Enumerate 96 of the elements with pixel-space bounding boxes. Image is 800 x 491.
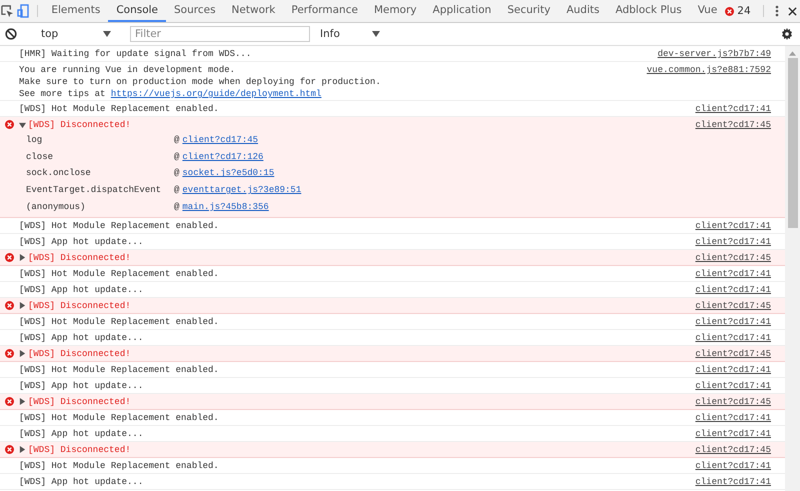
console-message: Make sure to turn on production mode when deploying for production. [19, 76, 381, 88]
console-message: [WDS] App hot update... [19, 428, 144, 440]
devtools-tab[interactable]: Adblock Plus [607, 0, 690, 22]
close-icon[interactable] [788, 6, 797, 16]
source-link[interactable]: client?cd17:41 [695, 234, 771, 249]
source-link[interactable]: client?cd17:41 [695, 378, 771, 393]
console-message: [HMR] Waiting for update signal from WDS... [19, 48, 252, 60]
console-message: [WDS] Disconnected! [28, 300, 131, 312]
source-link[interactable]: client?cd17:45 [695, 250, 771, 265]
more-icon[interactable] [775, 5, 780, 17]
at-sign: @ [174, 150, 180, 163]
level-select[interactable]: Info [314, 28, 386, 40]
source-link[interactable]: client?cd17:45 [695, 298, 771, 313]
devtools-tab[interactable]: Network [224, 0, 284, 22]
caret-icon [372, 31, 380, 37]
devtools-tab[interactable]: Vue [690, 0, 726, 22]
clear-icon[interactable] [5, 28, 17, 40]
source-link[interactable]: dev-server.js?b7b7:49 [658, 46, 771, 61]
stack-location-link[interactable]: main.js?45b8:356 [182, 200, 269, 213]
console-message: [WDS] Disconnected! [28, 252, 131, 264]
devtools-tab[interactable]: Audits [558, 0, 608, 22]
expand-triangle-icon[interactable] [19, 398, 26, 406]
scrollbar-thumb[interactable] [788, 58, 798, 228]
at-sign: @ [174, 200, 180, 213]
expand-triangle-icon[interactable] [19, 122, 26, 128]
error-icon [5, 348, 14, 358]
stack-function: log [26, 134, 44, 146]
expand-triangle-icon[interactable] [19, 254, 26, 262]
stack-location-link[interactable]: eventtarget.js?3e89:51 [182, 184, 302, 196]
source-link[interactable]: client?cd17:41 [695, 410, 771, 425]
stack-function: (anonymous) [26, 200, 86, 213]
at-sign: @ [174, 134, 180, 146]
console-message: [WDS] App hot update... [19, 332, 144, 344]
error-icon [5, 300, 14, 310]
console-message: [WDS] App hot update... [19, 476, 144, 488]
device-icon[interactable] [16, 4, 29, 18]
stack-function: EventTarget.dispatchEvent [26, 184, 162, 196]
console-message: [WDS] Hot Module Replacement enabled. [19, 412, 219, 424]
console-message: [WDS] App hot update... [19, 380, 144, 392]
expand-triangle-icon[interactable] [19, 302, 26, 310]
at-sign: @ [174, 184, 180, 196]
context-select[interactable]: top [35, 28, 117, 40]
devtools-tab[interactable]: Application [424, 0, 500, 22]
stack-location-link[interactable]: client?cd17:45 [182, 134, 258, 146]
error-icon [5, 252, 14, 262]
source-link[interactable]: client?cd17:45 [695, 117, 771, 132]
source-link[interactable]: client?cd17:41 [695, 426, 771, 441]
stack-function: close [26, 150, 54, 163]
devtools-tab[interactable]: Sources [166, 0, 224, 22]
error-icon [725, 6, 734, 16]
source-link[interactable]: client?cd17:41 [695, 314, 771, 329]
source-link[interactable]: client?cd17:45 [695, 394, 771, 409]
console-message: [WDS] Disconnected! [28, 396, 131, 408]
console-message: [WDS] Hot Module Replacement enabled. [19, 268, 219, 280]
console-message: [WDS] Disconnected! [28, 444, 131, 456]
source-link[interactable]: client?cd17:45 [695, 346, 771, 361]
source-link[interactable]: client?cd17:41 [695, 218, 771, 233]
docs-link[interactable]: https://vuejs.org/guide/deployment.html [110, 88, 322, 100]
console-message: [WDS] Hot Module Replacement enabled. [19, 364, 219, 376]
error-icon [5, 396, 14, 406]
devtools-tab[interactable]: Performance [283, 0, 366, 22]
source-link[interactable]: vue.common.js?e881:7592 [646, 62, 771, 77]
console-message: [WDS] Hot Module Replacement enabled. [19, 460, 219, 472]
source-link[interactable]: client?cd17:41 [695, 458, 771, 473]
console-message: [WDS] Hot Module Replacement enabled. [19, 220, 219, 232]
error-count[interactable]: 24 [725, 0, 757, 22]
devtools-tab[interactable]: Security [499, 0, 558, 22]
at-sign: @ [174, 167, 180, 180]
console-message: See more tips at [19, 88, 106, 100]
console-message: [WDS] App hot update... [19, 236, 144, 248]
devtools-tab[interactable]: Elements [43, 0, 108, 22]
error-icon [5, 120, 14, 129]
source-link[interactable]: client?cd17:41 [695, 101, 771, 116]
source-link[interactable]: client?cd17:41 [695, 474, 771, 489]
console-message: [WDS] App hot update... [19, 284, 144, 296]
console-message: [WDS] Disconnected! [28, 348, 131, 360]
source-link[interactable]: client?cd17:45 [695, 442, 771, 457]
devtools-tab[interactable]: Memory [366, 0, 425, 22]
console-message: [WDS] Hot Module Replacement enabled. [19, 316, 219, 328]
expand-triangle-icon[interactable] [19, 350, 26, 358]
stack-location-link[interactable]: client?cd17:126 [182, 150, 264, 163]
error-icon [5, 444, 14, 454]
filter-field[interactable]: Filter [130, 26, 310, 42]
console-message: [WDS] Hot Module Replacement enabled. [19, 103, 219, 115]
console-message: You are running Vue in development mode. [19, 64, 236, 76]
settings-icon[interactable] [781, 28, 793, 40]
source-link[interactable]: client?cd17:41 [695, 266, 771, 281]
inspect-icon[interactable] [1, 4, 14, 18]
stack-function: sock.onclose [26, 167, 92, 180]
console-message: [WDS] Disconnected! [28, 119, 131, 131]
source-link[interactable]: client?cd17:41 [695, 330, 771, 345]
expand-triangle-icon[interactable] [19, 446, 26, 454]
source-link[interactable]: client?cd17:41 [695, 282, 771, 297]
caret-icon [103, 31, 111, 37]
source-link[interactable]: client?cd17:41 [695, 362, 771, 377]
stack-location-link[interactable]: socket.js?e5d0:15 [182, 167, 274, 180]
